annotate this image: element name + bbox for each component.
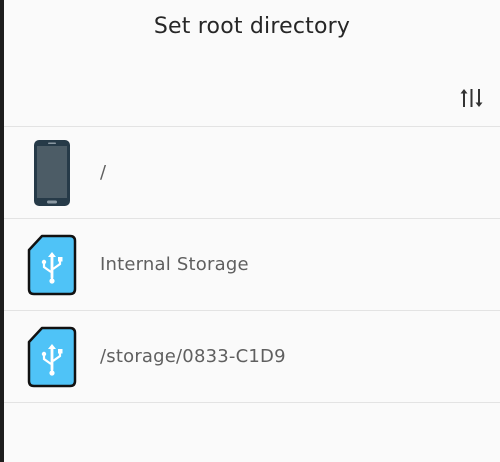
directory-item-label: / bbox=[100, 162, 107, 183]
directory-list: / Internal Storage /storage/0833-C1D9 bbox=[4, 126, 500, 403]
directory-item-internal-storage[interactable]: Internal Storage bbox=[4, 218, 500, 310]
usb-storage-icon bbox=[27, 326, 77, 387]
directory-item-label: Internal Storage bbox=[100, 254, 249, 275]
dialog-title: Set root directory bbox=[153, 14, 351, 39]
row-icon-container bbox=[4, 127, 100, 218]
directory-item-root[interactable]: / bbox=[4, 126, 500, 218]
row-icon-container bbox=[4, 219, 100, 310]
set-root-directory-dialog: Set root directory / Internal Storage /s… bbox=[4, 0, 500, 462]
directory-item-label: /storage/0833-C1D9 bbox=[100, 346, 286, 367]
row-icon-container bbox=[4, 311, 100, 402]
usb-storage-icon bbox=[27, 234, 77, 295]
phone-icon bbox=[34, 139, 70, 206]
directory-item-sd-card[interactable]: /storage/0833-C1D9 bbox=[4, 310, 500, 403]
sort-icon bbox=[460, 89, 483, 107]
sort-button[interactable] bbox=[454, 80, 490, 116]
